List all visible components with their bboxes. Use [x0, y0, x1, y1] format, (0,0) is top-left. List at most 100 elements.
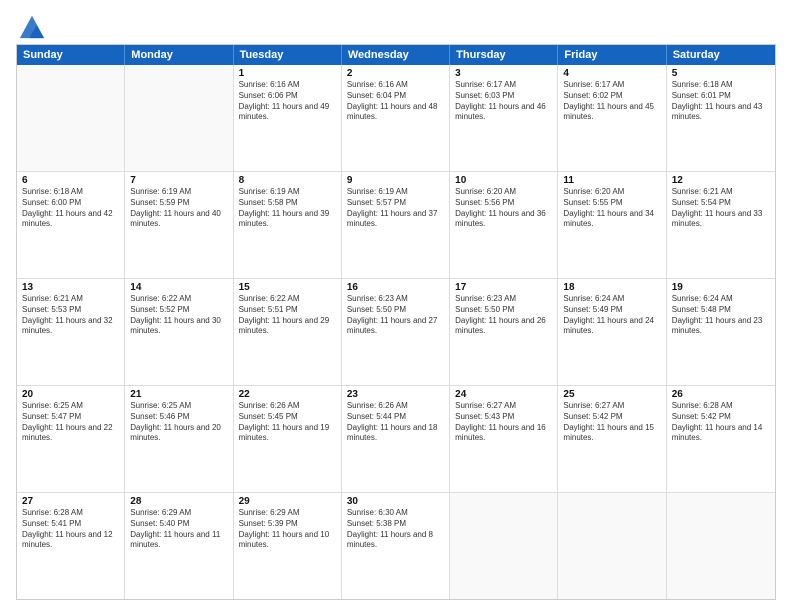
day-info: Sunrise: 6:17 AM Sunset: 6:03 PM Dayligh… — [455, 80, 552, 123]
day-cell-30: 30Sunrise: 6:30 AM Sunset: 5:38 PM Dayli… — [342, 493, 450, 599]
day-number: 24 — [455, 389, 552, 400]
day-info: Sunrise: 6:20 AM Sunset: 5:56 PM Dayligh… — [455, 187, 552, 230]
day-number: 17 — [455, 282, 552, 293]
day-cell-27: 27Sunrise: 6:28 AM Sunset: 5:41 PM Dayli… — [17, 493, 125, 599]
day-info: Sunrise: 6:24 AM Sunset: 5:49 PM Dayligh… — [563, 294, 660, 337]
day-info: Sunrise: 6:26 AM Sunset: 5:45 PM Dayligh… — [239, 401, 336, 444]
day-cell-6: 6Sunrise: 6:18 AM Sunset: 6:00 PM Daylig… — [17, 172, 125, 278]
header-day-saturday: Saturday — [667, 45, 775, 65]
day-number: 11 — [563, 175, 660, 186]
header-day-friday: Friday — [558, 45, 666, 65]
calendar-week-3: 13Sunrise: 6:21 AM Sunset: 5:53 PM Dayli… — [17, 278, 775, 385]
day-number: 5 — [672, 68, 770, 79]
day-cell-28: 28Sunrise: 6:29 AM Sunset: 5:40 PM Dayli… — [125, 493, 233, 599]
day-info: Sunrise: 6:25 AM Sunset: 5:46 PM Dayligh… — [130, 401, 227, 444]
day-number: 9 — [347, 175, 444, 186]
day-cell-13: 13Sunrise: 6:21 AM Sunset: 5:53 PM Dayli… — [17, 279, 125, 385]
day-info: Sunrise: 6:20 AM Sunset: 5:55 PM Dayligh… — [563, 187, 660, 230]
day-info: Sunrise: 6:25 AM Sunset: 5:47 PM Dayligh… — [22, 401, 119, 444]
day-cell-15: 15Sunrise: 6:22 AM Sunset: 5:51 PM Dayli… — [234, 279, 342, 385]
day-number: 30 — [347, 496, 444, 507]
day-cell-2: 2Sunrise: 6:16 AM Sunset: 6:04 PM Daylig… — [342, 65, 450, 171]
day-cell-12: 12Sunrise: 6:21 AM Sunset: 5:54 PM Dayli… — [667, 172, 775, 278]
calendar-header-row: SundayMondayTuesdayWednesdayThursdayFrid… — [17, 45, 775, 65]
day-number: 10 — [455, 175, 552, 186]
day-number: 21 — [130, 389, 227, 400]
day-cell-8: 8Sunrise: 6:19 AM Sunset: 5:58 PM Daylig… — [234, 172, 342, 278]
day-number: 8 — [239, 175, 336, 186]
empty-cell — [558, 493, 666, 599]
day-cell-17: 17Sunrise: 6:23 AM Sunset: 5:50 PM Dayli… — [450, 279, 558, 385]
calendar-week-2: 6Sunrise: 6:18 AM Sunset: 6:00 PM Daylig… — [17, 171, 775, 278]
day-info: Sunrise: 6:19 AM Sunset: 5:58 PM Dayligh… — [239, 187, 336, 230]
day-info: Sunrise: 6:23 AM Sunset: 5:50 PM Dayligh… — [347, 294, 444, 337]
day-cell-19: 19Sunrise: 6:24 AM Sunset: 5:48 PM Dayli… — [667, 279, 775, 385]
day-number: 28 — [130, 496, 227, 507]
day-cell-21: 21Sunrise: 6:25 AM Sunset: 5:46 PM Dayli… — [125, 386, 233, 492]
day-number: 14 — [130, 282, 227, 293]
day-number: 16 — [347, 282, 444, 293]
day-cell-11: 11Sunrise: 6:20 AM Sunset: 5:55 PM Dayli… — [558, 172, 666, 278]
day-info: Sunrise: 6:23 AM Sunset: 5:50 PM Dayligh… — [455, 294, 552, 337]
logo-icon — [18, 12, 46, 40]
day-cell-20: 20Sunrise: 6:25 AM Sunset: 5:47 PM Dayli… — [17, 386, 125, 492]
day-number: 25 — [563, 389, 660, 400]
day-cell-9: 9Sunrise: 6:19 AM Sunset: 5:57 PM Daylig… — [342, 172, 450, 278]
day-cell-14: 14Sunrise: 6:22 AM Sunset: 5:52 PM Dayli… — [125, 279, 233, 385]
day-number: 18 — [563, 282, 660, 293]
day-cell-24: 24Sunrise: 6:27 AM Sunset: 5:43 PM Dayli… — [450, 386, 558, 492]
day-cell-29: 29Sunrise: 6:29 AM Sunset: 5:39 PM Dayli… — [234, 493, 342, 599]
day-info: Sunrise: 6:24 AM Sunset: 5:48 PM Dayligh… — [672, 294, 770, 337]
day-info: Sunrise: 6:28 AM Sunset: 5:42 PM Dayligh… — [672, 401, 770, 444]
header-day-thursday: Thursday — [450, 45, 558, 65]
day-number: 26 — [672, 389, 770, 400]
day-cell-4: 4Sunrise: 6:17 AM Sunset: 6:02 PM Daylig… — [558, 65, 666, 171]
header-day-monday: Monday — [125, 45, 233, 65]
day-info: Sunrise: 6:19 AM Sunset: 5:59 PM Dayligh… — [130, 187, 227, 230]
day-info: Sunrise: 6:19 AM Sunset: 5:57 PM Dayligh… — [347, 187, 444, 230]
day-number: 29 — [239, 496, 336, 507]
day-cell-25: 25Sunrise: 6:27 AM Sunset: 5:42 PM Dayli… — [558, 386, 666, 492]
day-info: Sunrise: 6:22 AM Sunset: 5:51 PM Dayligh… — [239, 294, 336, 337]
day-info: Sunrise: 6:27 AM Sunset: 5:42 PM Dayligh… — [563, 401, 660, 444]
day-number: 22 — [239, 389, 336, 400]
header-day-sunday: Sunday — [17, 45, 125, 65]
day-info: Sunrise: 6:30 AM Sunset: 5:38 PM Dayligh… — [347, 508, 444, 551]
day-number: 3 — [455, 68, 552, 79]
day-number: 19 — [672, 282, 770, 293]
calendar-week-5: 27Sunrise: 6:28 AM Sunset: 5:41 PM Dayli… — [17, 492, 775, 599]
calendar-week-4: 20Sunrise: 6:25 AM Sunset: 5:47 PM Dayli… — [17, 385, 775, 492]
day-info: Sunrise: 6:28 AM Sunset: 5:41 PM Dayligh… — [22, 508, 119, 551]
header-day-wednesday: Wednesday — [342, 45, 450, 65]
day-cell-7: 7Sunrise: 6:19 AM Sunset: 5:59 PM Daylig… — [125, 172, 233, 278]
day-number: 23 — [347, 389, 444, 400]
calendar: SundayMondayTuesdayWednesdayThursdayFrid… — [16, 44, 776, 600]
logo — [16, 12, 46, 36]
empty-cell — [450, 493, 558, 599]
day-info: Sunrise: 6:26 AM Sunset: 5:44 PM Dayligh… — [347, 401, 444, 444]
page: SundayMondayTuesdayWednesdayThursdayFrid… — [0, 0, 792, 612]
day-info: Sunrise: 6:16 AM Sunset: 6:06 PM Dayligh… — [239, 80, 336, 123]
day-number: 1 — [239, 68, 336, 79]
day-info: Sunrise: 6:17 AM Sunset: 6:02 PM Dayligh… — [563, 80, 660, 123]
day-info: Sunrise: 6:21 AM Sunset: 5:54 PM Dayligh… — [672, 187, 770, 230]
empty-cell — [667, 493, 775, 599]
day-cell-22: 22Sunrise: 6:26 AM Sunset: 5:45 PM Dayli… — [234, 386, 342, 492]
day-info: Sunrise: 6:27 AM Sunset: 5:43 PM Dayligh… — [455, 401, 552, 444]
day-cell-1: 1Sunrise: 6:16 AM Sunset: 6:06 PM Daylig… — [234, 65, 342, 171]
day-info: Sunrise: 6:22 AM Sunset: 5:52 PM Dayligh… — [130, 294, 227, 337]
day-number: 15 — [239, 282, 336, 293]
day-info: Sunrise: 6:18 AM Sunset: 6:00 PM Dayligh… — [22, 187, 119, 230]
day-cell-18: 18Sunrise: 6:24 AM Sunset: 5:49 PM Dayli… — [558, 279, 666, 385]
day-cell-5: 5Sunrise: 6:18 AM Sunset: 6:01 PM Daylig… — [667, 65, 775, 171]
header-day-tuesday: Tuesday — [234, 45, 342, 65]
day-info: Sunrise: 6:29 AM Sunset: 5:39 PM Dayligh… — [239, 508, 336, 551]
day-number: 20 — [22, 389, 119, 400]
day-number: 4 — [563, 68, 660, 79]
day-number: 13 — [22, 282, 119, 293]
day-info: Sunrise: 6:21 AM Sunset: 5:53 PM Dayligh… — [22, 294, 119, 337]
header — [16, 12, 776, 36]
calendar-week-1: 1Sunrise: 6:16 AM Sunset: 6:06 PM Daylig… — [17, 65, 775, 171]
day-cell-23: 23Sunrise: 6:26 AM Sunset: 5:44 PM Dayli… — [342, 386, 450, 492]
day-number: 2 — [347, 68, 444, 79]
